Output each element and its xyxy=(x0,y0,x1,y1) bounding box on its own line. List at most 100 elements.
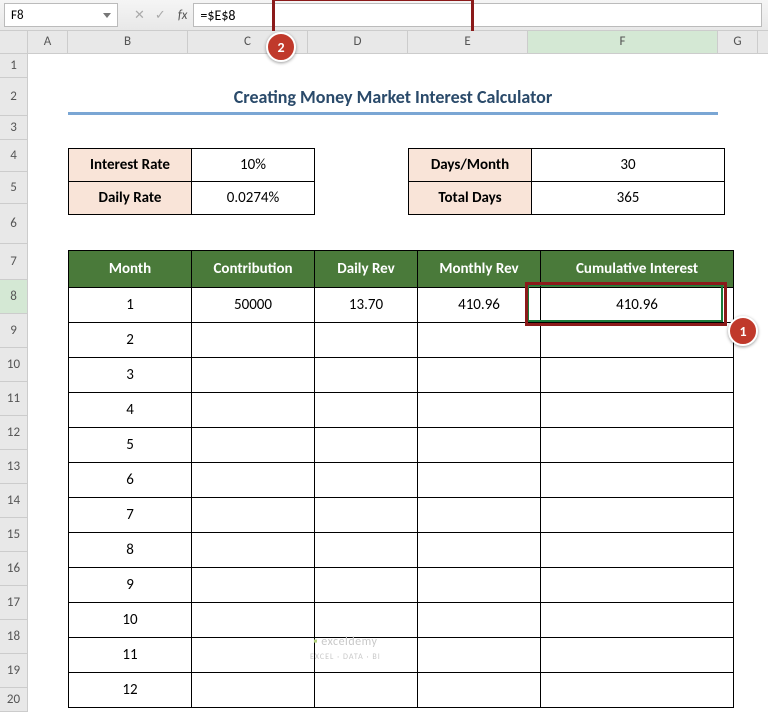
cell-daily[interactable] xyxy=(315,638,418,673)
cell-daily[interactable] xyxy=(315,673,418,708)
cell-month[interactable]: 10 xyxy=(69,603,192,638)
table-row: 2 xyxy=(69,323,734,358)
fx-icon[interactable]: fx xyxy=(178,8,188,23)
cell-monthly[interactable] xyxy=(418,638,541,673)
cell-month[interactable]: 12 xyxy=(69,673,192,708)
cell-contribution[interactable] xyxy=(192,323,315,358)
cell-monthly[interactable] xyxy=(418,603,541,638)
cell-month[interactable]: 7 xyxy=(69,498,192,533)
cell-monthly[interactable] xyxy=(418,463,541,498)
cell-daily[interactable] xyxy=(315,498,418,533)
cell-monthly[interactable] xyxy=(418,568,541,603)
row-header[interactable]: 17 xyxy=(0,586,28,620)
row-header[interactable]: 7 xyxy=(0,244,28,280)
cell-month[interactable]: 11 xyxy=(69,638,192,673)
table-header: Daily Rev xyxy=(315,251,418,288)
row-header[interactable]: 10 xyxy=(0,348,28,382)
cell-contribution[interactable]: 50000 xyxy=(192,288,315,323)
grid-cells[interactable]: Creating Money Market Interest Calculato… xyxy=(28,54,768,712)
row-header[interactable]: 6 xyxy=(0,204,28,244)
cell-daily[interactable] xyxy=(315,463,418,498)
formula-input[interactable]: =$E$8 xyxy=(193,3,762,27)
cell-cumulative[interactable] xyxy=(541,638,734,673)
row-header[interactable]: 3 xyxy=(0,116,28,140)
cell-daily[interactable] xyxy=(315,568,418,603)
cell-cumulative[interactable] xyxy=(541,533,734,568)
row-header[interactable]: 2 xyxy=(0,78,28,116)
cell-monthly[interactable] xyxy=(418,533,541,568)
cell-cumulative[interactable] xyxy=(541,603,734,638)
cell-cumulative[interactable] xyxy=(541,358,734,393)
row-header[interactable]: 20 xyxy=(0,688,28,712)
cell-month[interactable]: 1 xyxy=(69,288,192,323)
row-header[interactable]: 11 xyxy=(0,382,28,416)
row-header[interactable]: 8 xyxy=(0,280,28,314)
cell-cumulative[interactable] xyxy=(541,323,734,358)
cell-cumulative[interactable] xyxy=(541,428,734,463)
cell-monthly[interactable] xyxy=(418,393,541,428)
row-header[interactable]: 4 xyxy=(0,140,28,172)
cell-cumulative[interactable] xyxy=(541,568,734,603)
cell-contribution[interactable] xyxy=(192,393,315,428)
col-header[interactable]: F xyxy=(528,31,718,53)
col-header[interactable]: G xyxy=(718,31,758,53)
cell-month[interactable]: 6 xyxy=(69,463,192,498)
cell-cumulative[interactable] xyxy=(541,673,734,708)
cell-month[interactable]: 2 xyxy=(69,323,192,358)
cell-contribution[interactable] xyxy=(192,638,315,673)
cell-month[interactable]: 9 xyxy=(69,568,192,603)
cell-monthly[interactable] xyxy=(418,428,541,463)
accept-icon[interactable]: ✓ xyxy=(155,8,166,23)
param-value[interactable]: 10% xyxy=(192,149,315,182)
cell-monthly[interactable] xyxy=(418,323,541,358)
cell-contribution[interactable] xyxy=(192,533,315,568)
cell-cumulative[interactable] xyxy=(541,393,734,428)
cell-contribution[interactable] xyxy=(192,463,315,498)
select-all-corner[interactable] xyxy=(0,31,28,53)
cell-daily[interactable] xyxy=(315,323,418,358)
row-header[interactable]: 12 xyxy=(0,416,28,450)
cell-daily[interactable] xyxy=(315,393,418,428)
row-header[interactable]: 1 xyxy=(0,54,28,78)
col-header[interactable]: B xyxy=(68,31,188,53)
row-header[interactable]: 19 xyxy=(0,654,28,688)
param-value[interactable]: 0.0274% xyxy=(192,182,315,215)
row-header[interactable]: 9 xyxy=(0,314,28,348)
cell-cumulative[interactable]: 410.96 xyxy=(541,288,734,323)
cell-month[interactable]: 3 xyxy=(69,358,192,393)
cell-contribution[interactable] xyxy=(192,603,315,638)
row-header[interactable]: 16 xyxy=(0,552,28,586)
param-value[interactable]: 365 xyxy=(532,182,725,215)
cell-month[interactable]: 8 xyxy=(69,533,192,568)
row-header[interactable]: 5 xyxy=(0,172,28,204)
name-box[interactable]: F8 xyxy=(4,3,118,27)
param-value[interactable]: 30 xyxy=(532,149,725,182)
cell-monthly[interactable] xyxy=(418,498,541,533)
param-label: Total Days xyxy=(409,182,532,215)
cancel-icon[interactable]: ✕ xyxy=(134,8,145,23)
col-header[interactable]: D xyxy=(308,31,408,53)
cell-contribution[interactable] xyxy=(192,673,315,708)
row-header[interactable]: 15 xyxy=(0,518,28,552)
cell-monthly[interactable] xyxy=(418,358,541,393)
cell-contribution[interactable] xyxy=(192,358,315,393)
cell-daily[interactable] xyxy=(315,428,418,463)
cell-daily[interactable] xyxy=(315,358,418,393)
cell-cumulative[interactable] xyxy=(541,498,734,533)
cell-contribution[interactable] xyxy=(192,428,315,463)
cell-monthly[interactable]: 410.96 xyxy=(418,288,541,323)
row-header[interactable]: 14 xyxy=(0,484,28,518)
col-header[interactable]: A xyxy=(28,31,68,53)
row-header[interactable]: 18 xyxy=(0,620,28,654)
cell-month[interactable]: 5 xyxy=(69,428,192,463)
cell-daily[interactable] xyxy=(315,533,418,568)
cell-daily[interactable]: 13.70 xyxy=(315,288,418,323)
cell-contribution[interactable] xyxy=(192,498,315,533)
row-header[interactable]: 13 xyxy=(0,450,28,484)
cell-contribution[interactable] xyxy=(192,568,315,603)
col-header[interactable]: E xyxy=(408,31,528,53)
cell-monthly[interactable] xyxy=(418,673,541,708)
cell-cumulative[interactable] xyxy=(541,463,734,498)
cell-month[interactable]: 4 xyxy=(69,393,192,428)
cell-daily[interactable] xyxy=(315,603,418,638)
